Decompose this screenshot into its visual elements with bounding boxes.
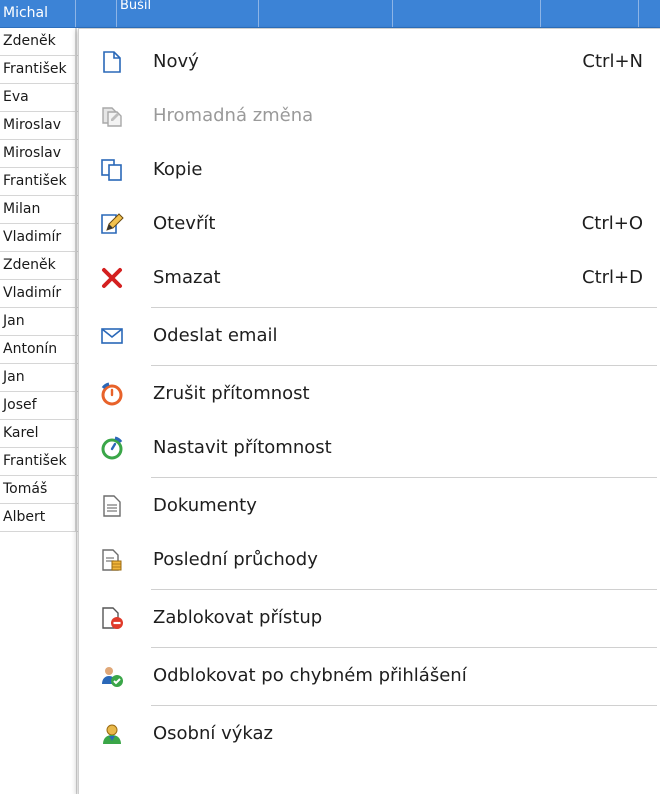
unblock-user-icon bbox=[99, 663, 125, 689]
menu-item-block-access[interactable]: Zablokovat přístup bbox=[79, 591, 660, 645]
menu-separator bbox=[151, 589, 657, 590]
user-report-icon bbox=[99, 721, 125, 747]
edit-icon bbox=[99, 211, 125, 237]
first-name-cell: Zdeněk bbox=[0, 28, 76, 55]
first-name-cell: Milan bbox=[0, 196, 76, 223]
menu-item-documents[interactable]: Dokumenty bbox=[79, 479, 660, 533]
column-divider bbox=[540, 0, 541, 27]
menu-item-label: Poslední průchody bbox=[153, 549, 318, 570]
menu-item-label: Zrušit přítomnost bbox=[153, 383, 310, 404]
set-attendance-icon bbox=[99, 435, 125, 461]
block-access-icon bbox=[99, 605, 125, 631]
first-name-cell: Albert bbox=[0, 504, 76, 531]
menu-item-label: Odblokovat po chybném přihlášení bbox=[153, 665, 467, 686]
menu-item-new[interactable]: Nový Ctrl+N bbox=[79, 35, 660, 89]
menu-item-set-attendance[interactable]: Nastavit přítomnost bbox=[79, 421, 660, 475]
menu-item-label: Kopie bbox=[153, 159, 203, 180]
first-name-cell: Jan bbox=[0, 364, 76, 391]
menu-item-label: Hromadná změna bbox=[153, 105, 314, 126]
context-menu: Nový Ctrl+N Hromadná změna Kopie Otevřít Ctrl… bbox=[78, 28, 660, 794]
first-name-cell: Miroslav bbox=[0, 140, 76, 167]
menu-item-copy[interactable]: Kopie bbox=[79, 143, 660, 197]
menu-item-cancel-attendance[interactable]: Zrušit přítomnost bbox=[79, 367, 660, 421]
document-icon bbox=[99, 493, 125, 519]
menu-item-label: Nastavit přítomnost bbox=[153, 437, 332, 458]
menu-item-label: Odeslat email bbox=[153, 325, 278, 346]
menu-item-label: Nový bbox=[153, 51, 199, 72]
menu-separator bbox=[151, 365, 657, 366]
menu-item-shortcut: Ctrl+N bbox=[582, 51, 643, 72]
bulk-change-icon bbox=[99, 103, 125, 129]
column-divider bbox=[258, 0, 259, 27]
first-name-cell: Tomáš bbox=[0, 476, 76, 503]
menu-item-last-passages[interactable]: Poslední průchody bbox=[79, 533, 660, 587]
menu-item-send-email[interactable]: Odeslat email bbox=[79, 309, 660, 363]
column-divider bbox=[638, 0, 639, 27]
email-icon bbox=[99, 323, 125, 349]
column-divider bbox=[392, 0, 393, 27]
first-name-cell: František bbox=[0, 448, 76, 475]
menu-item-shortcut: Ctrl+D bbox=[582, 267, 643, 288]
first-name-cell: Jan bbox=[0, 308, 76, 335]
first-name-cell: Josef bbox=[0, 392, 76, 419]
column-divider bbox=[116, 0, 117, 27]
cancel-attendance-icon bbox=[99, 381, 125, 407]
menu-item-label: Zablokovat přístup bbox=[153, 607, 323, 628]
menu-separator bbox=[151, 647, 657, 648]
first-name-cell: Zdeněk bbox=[0, 252, 76, 279]
first-name-cell: Miroslav bbox=[0, 112, 76, 139]
menu-separator bbox=[151, 477, 657, 478]
first-name-cell: Vladimír bbox=[0, 280, 76, 307]
menu-item-personal-report[interactable]: Osobní výkaz bbox=[79, 707, 660, 761]
first-name-cell: František bbox=[0, 168, 76, 195]
first-name-cell: Eva bbox=[0, 84, 76, 111]
menu-item-open[interactable]: Otevřít Ctrl+O bbox=[79, 197, 660, 251]
menu-item-unblock-login[interactable]: Odblokovat po chybném přihlášení bbox=[79, 649, 660, 703]
menu-separator bbox=[151, 307, 657, 308]
passages-icon bbox=[99, 547, 125, 573]
menu-item-label: Smazat bbox=[153, 267, 221, 288]
menu-item-delete[interactable]: Smazat Ctrl+D bbox=[79, 251, 660, 305]
menu-item-label: Osobní výkaz bbox=[153, 723, 274, 744]
menu-item-shortcut: Ctrl+O bbox=[581, 213, 643, 234]
menu-item-bulk-change: Hromadná změna bbox=[79, 89, 660, 143]
first-name-cell: František bbox=[0, 56, 76, 83]
first-name-cell: Vladimír bbox=[0, 224, 76, 251]
first-name-cell: Antonín bbox=[0, 336, 76, 363]
menu-item-label: Otevřít bbox=[153, 213, 216, 234]
first-name-cell: Michal bbox=[0, 0, 76, 27]
menu-item-label: Dokumenty bbox=[153, 495, 257, 516]
menu-separator bbox=[151, 705, 657, 706]
delete-icon bbox=[99, 265, 125, 291]
copy-icon bbox=[99, 157, 125, 183]
new-document-icon bbox=[99, 49, 125, 75]
last-name-cell: Bušil bbox=[120, 0, 152, 13]
table-row[interactable]: Michal Bušil bbox=[0, 0, 660, 28]
first-name-cell: Karel bbox=[0, 420, 76, 447]
